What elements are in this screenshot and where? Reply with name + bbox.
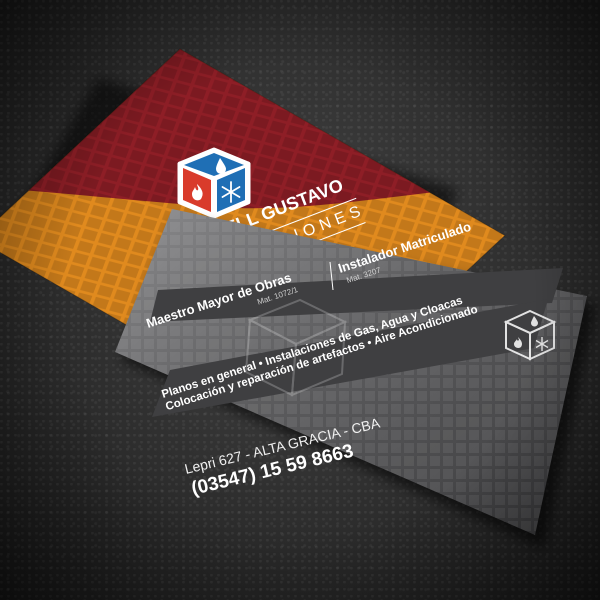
logo-cube [177, 147, 251, 219]
business-cards-scene: POWELL GUSTAVO INSTALACIONES [0, 17, 596, 548]
